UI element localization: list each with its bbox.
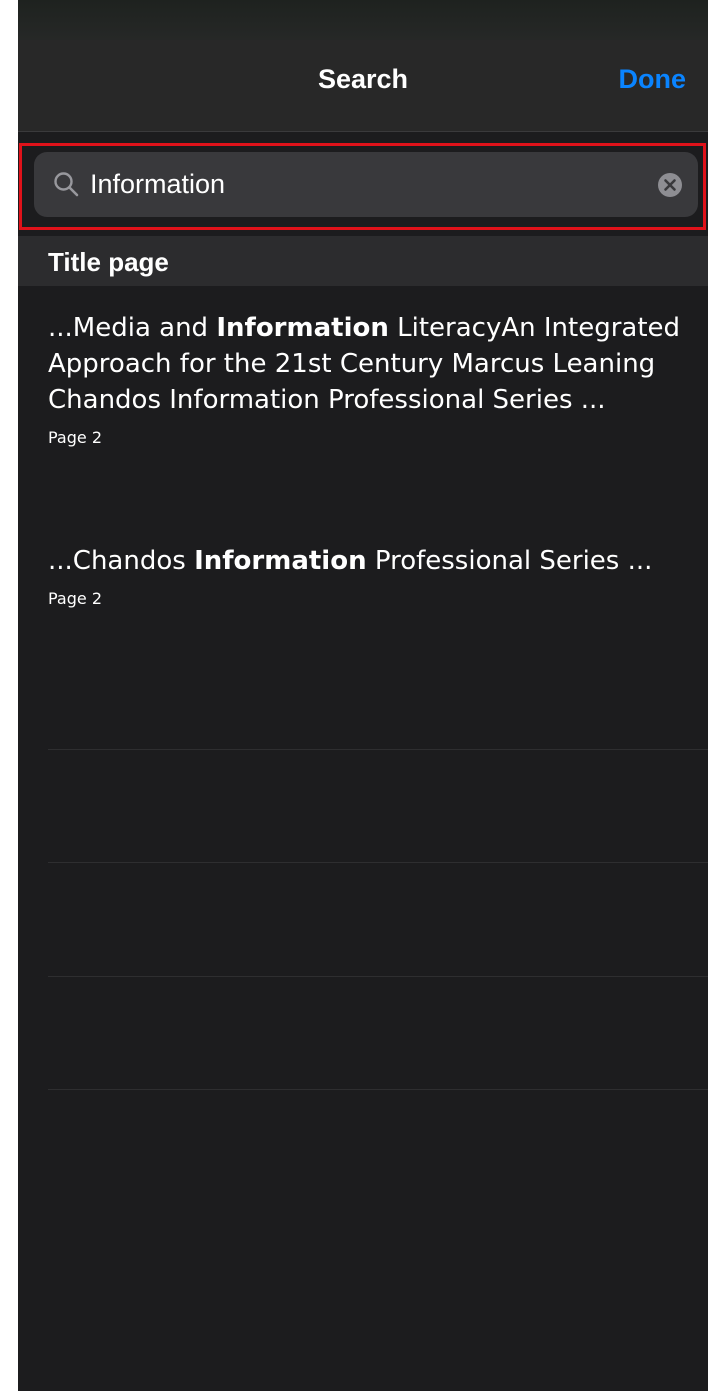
result-page-label: Page 2 bbox=[48, 589, 102, 608]
search-bar-container bbox=[18, 133, 708, 236]
clear-icon[interactable] bbox=[656, 171, 684, 199]
row-divider bbox=[48, 749, 708, 750]
search-screen: Search Done Title page ...Media and Info… bbox=[18, 0, 708, 1391]
page-title: Search bbox=[317, 64, 409, 94]
snippet-match: Information bbox=[216, 313, 389, 343]
snippet-match: Information bbox=[194, 546, 367, 576]
row-divider bbox=[48, 976, 708, 977]
search-field[interactable] bbox=[34, 152, 698, 217]
result-snippet: ...Chandos Information Professional Seri… bbox=[48, 543, 698, 579]
row-divider bbox=[48, 862, 708, 863]
row-divider bbox=[48, 1089, 708, 1090]
snippet-prefix: ...Chandos bbox=[48, 546, 195, 576]
search-result[interactable]: ...Chandos Information Professional Seri… bbox=[48, 543, 698, 608]
result-page-label: Page 2 bbox=[48, 428, 102, 447]
result-snippet: ...Media and Information LiteracyAn Inte… bbox=[48, 310, 698, 418]
status-bar bbox=[18, 0, 708, 40]
section-header-label: Title page bbox=[48, 247, 169, 277]
section-header: Title page bbox=[18, 236, 708, 286]
snippet-prefix: ...Media and bbox=[48, 313, 217, 343]
snippet-suffix: Professional Series ... bbox=[366, 546, 653, 576]
search-input[interactable] bbox=[90, 152, 640, 217]
search-result[interactable]: ...Media and Information LiteracyAn Inte… bbox=[48, 310, 698, 447]
navigation-bar: Search Done bbox=[18, 40, 708, 132]
search-icon bbox=[54, 172, 79, 197]
done-button[interactable]: Done bbox=[619, 64, 687, 95]
